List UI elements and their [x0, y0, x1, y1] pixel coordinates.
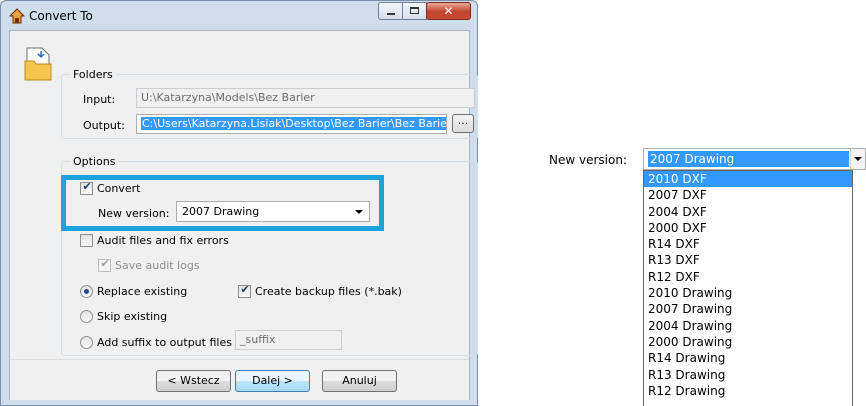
create-backup-label: Create backup files (*.bak) — [255, 285, 402, 298]
convert-section-highlight — [61, 175, 384, 231]
title-bar[interactable]: Convert To ✕ — [1, 1, 477, 29]
version-list-item[interactable]: R13 Drawing — [644, 367, 852, 383]
check-icon: ✔ — [100, 257, 110, 270]
version-list-item[interactable]: 2000 DXF — [644, 220, 852, 236]
suffix-field[interactable]: _suffix — [235, 330, 342, 350]
minimize-button[interactable] — [378, 2, 403, 20]
version-list-item[interactable]: 2004 Drawing — [644, 318, 852, 334]
next-button[interactable]: Dalej > — [235, 370, 310, 392]
input-label: Input: — [83, 93, 116, 106]
radio-dot — [84, 289, 89, 294]
maximize-button[interactable] — [402, 2, 427, 20]
dropdown-new-version-value: 2007 Drawing — [648, 151, 849, 167]
dropdown-new-version-label: New version: — [549, 153, 627, 167]
dropdown-toggle[interactable] — [850, 149, 865, 169]
output-value: C:\Users\Katarzyna.Lisiak\Desktop\Bez Ba… — [141, 117, 446, 130]
version-list-item[interactable]: R12 Drawing — [644, 383, 852, 399]
cancel-button[interactable]: Anuluj — [322, 370, 397, 392]
browse-button[interactable]: ... — [452, 114, 474, 133]
add-suffix-label: Add suffix to output files — [97, 336, 232, 349]
minimize-icon — [387, 13, 395, 15]
version-list-item[interactable]: R12 DXF — [644, 269, 852, 285]
version-list-item[interactable]: 2000 Drawing — [644, 334, 852, 350]
window-title: Convert To — [29, 9, 93, 23]
back-button[interactable]: < Wstecz — [156, 370, 231, 392]
version-list-item[interactable]: R14 DXF — [644, 236, 852, 252]
replace-existing-radio[interactable] — [80, 285, 93, 298]
add-suffix-radio[interactable] — [80, 336, 93, 349]
version-list-item[interactable]: 2004 DXF — [644, 204, 852, 220]
options-group-title: Options — [70, 155, 119, 168]
skip-existing-label: Skip existing — [97, 310, 168, 323]
check-icon: ✔ — [240, 283, 250, 296]
folders-group-title: Folders — [70, 68, 116, 81]
version-list-item[interactable]: 2007 DXF — [644, 187, 852, 203]
create-backup-checkbox[interactable]: ✔ — [238, 283, 251, 298]
maximize-icon — [410, 7, 419, 14]
input-value: U:\Katarzyna\Models\Bez Barier — [141, 91, 315, 104]
audit-label: Audit files and fix errors — [97, 234, 229, 247]
output-field[interactable]: C:\Users\Katarzyna.Lisiak\Desktop\Bez Ba… — [136, 114, 447, 134]
version-list: 2010 DXF 2007 DXF 2004 DXF 2000 DXF R14 DXF R… — [643, 170, 853, 406]
version-list-item[interactable]: 2010 Drawing — [644, 285, 852, 301]
input-field[interactable]: U:\Katarzyna\Models\Bez Barier — [136, 88, 475, 108]
audit-checkbox[interactable] — [80, 234, 93, 247]
close-icon: ✕ — [443, 4, 454, 18]
replace-existing-label: Replace existing — [97, 285, 188, 298]
output-label: Output: — [83, 119, 125, 132]
save-audit-label: Save audit logs — [115, 259, 200, 272]
close-button[interactable]: ✕ — [426, 2, 471, 20]
app-house-icon — [9, 8, 25, 24]
version-list-item[interactable]: 2010 DXF — [644, 171, 852, 188]
version-list-item[interactable]: R13 DXF — [644, 252, 852, 268]
suffix-value: _suffix — [240, 333, 276, 346]
button-bar: < Wstecz Dalej > Anuluj — [10, 359, 469, 400]
chevron-down-icon — [854, 157, 862, 161]
skip-existing-radio[interactable] — [80, 310, 93, 323]
save-audit-checkbox[interactable]: ✔ — [98, 257, 111, 272]
dropdown-new-version-combo[interactable]: 2007 Drawing — [643, 148, 866, 170]
convert-document-icon — [24, 47, 52, 81]
version-list-item[interactable]: 2007 Drawing — [644, 301, 852, 317]
version-list-item[interactable]: R14 Drawing — [644, 350, 852, 366]
